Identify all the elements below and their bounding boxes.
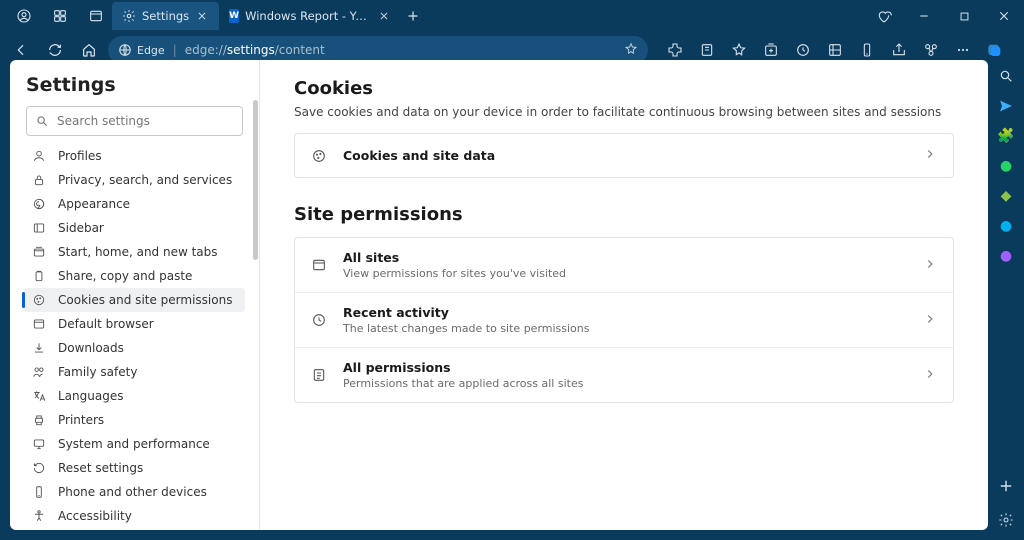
section-title-cookies: Cookies xyxy=(294,78,954,99)
row-title: All sites xyxy=(343,250,909,265)
sidebar-send-icon[interactable] xyxy=(996,96,1016,116)
row-sub: The latest changes made to site permissi… xyxy=(343,322,909,335)
row-recent-activity[interactable]: Recent activity The latest changes made t… xyxy=(295,292,953,347)
gear-icon xyxy=(122,9,136,23)
rewards-icon[interactable] xyxy=(864,0,904,32)
close-window-button[interactable] xyxy=(984,0,1024,32)
reset-icon xyxy=(32,461,48,475)
language-icon xyxy=(32,389,48,403)
sidebar-messenger-icon[interactable]: ● xyxy=(996,246,1016,266)
panel-icon xyxy=(32,221,48,235)
clock-icon xyxy=(311,312,329,328)
devices-icon xyxy=(32,485,48,499)
sidebar-app-icon[interactable]: 🧩 xyxy=(996,126,1016,146)
workspaces-icon[interactable] xyxy=(44,0,76,32)
maximize-button[interactable] xyxy=(944,0,984,32)
tab-label: Settings xyxy=(142,9,189,23)
section-title-permissions: Site permissions xyxy=(294,204,954,225)
window-titlebar: Settings W Windows Report - Your go-to s… xyxy=(0,0,1024,32)
close-icon[interactable] xyxy=(379,9,389,23)
chevron-right-icon xyxy=(923,311,937,330)
row-all-sites[interactable]: All sites View permissions for sites you'… xyxy=(295,238,953,292)
sidebar-item-share[interactable]: Share, copy and paste xyxy=(24,264,245,288)
sidebar-item-printers[interactable]: Printers xyxy=(24,408,245,432)
profile-avatar[interactable] xyxy=(8,0,40,32)
edge-label: Edge xyxy=(137,44,165,57)
sidebar-item-privacy[interactable]: Privacy, search, and services xyxy=(24,168,245,192)
sidebar-item-accessibility[interactable]: Accessibility xyxy=(24,504,245,528)
sidebar-item-phone[interactable]: Phone and other devices xyxy=(24,480,245,504)
printer-icon xyxy=(32,413,48,427)
site-favicon-icon: W xyxy=(229,9,239,23)
cookie-icon xyxy=(311,148,329,164)
sidebar-app2-icon[interactable]: ◆ xyxy=(996,186,1016,206)
profile-icon xyxy=(32,149,48,163)
sidebar-item-cookies[interactable]: Cookies and site permissions xyxy=(24,288,245,312)
tab-actions-icon[interactable] xyxy=(80,0,112,32)
sidebar-item-languages[interactable]: Languages xyxy=(24,384,245,408)
cookies-card: Cookies and site data xyxy=(294,133,954,178)
row-title: Recent activity xyxy=(343,305,909,320)
sidebar-search-icon[interactable] xyxy=(996,66,1016,86)
tab-label: Windows Report - Your go-to sou… xyxy=(245,9,373,23)
clipboard-icon xyxy=(32,269,48,283)
cookie-icon xyxy=(32,293,48,307)
monitor-icon xyxy=(32,437,48,451)
close-icon[interactable] xyxy=(195,9,209,23)
chevron-right-icon xyxy=(923,146,937,165)
accessibility-icon xyxy=(32,509,48,523)
sidebar-skype-icon[interactable]: ● xyxy=(996,216,1016,236)
scrollbar-thumb[interactable] xyxy=(253,100,258,260)
sidebar-item-about[interactable]: About Microsoft Edge xyxy=(24,528,245,530)
lock-icon xyxy=(32,173,48,187)
settings-sidebar: Settings Profiles Privacy, search, and s… xyxy=(10,60,260,530)
favorite-star-icon[interactable] xyxy=(624,42,638,59)
tab-settings[interactable]: Settings xyxy=(112,2,219,30)
section-desc-cookies: Save cookies and data on your device in … xyxy=(294,105,954,119)
chevron-right-icon xyxy=(923,256,937,275)
sidebar-item-downloads[interactable]: Downloads xyxy=(24,336,245,360)
sidebar-item-system[interactable]: System and performance xyxy=(24,432,245,456)
sidebar-item-family[interactable]: Family safety xyxy=(24,360,245,384)
chevron-right-icon xyxy=(923,366,937,385)
shield-list-icon xyxy=(311,367,329,383)
sidebar-settings-icon[interactable] xyxy=(996,510,1016,530)
sites-icon xyxy=(311,257,329,273)
sidebar-whatsapp-icon[interactable]: ● xyxy=(996,156,1016,176)
search-settings[interactable] xyxy=(26,106,243,136)
search-icon xyxy=(35,114,49,128)
site-identity[interactable]: Edge xyxy=(118,43,165,57)
row-sub: View permissions for sites you've visite… xyxy=(343,267,909,280)
permissions-card: All sites View permissions for sites you'… xyxy=(294,237,954,403)
search-input[interactable] xyxy=(57,114,234,128)
tab-windows-report[interactable]: W Windows Report - Your go-to sou… xyxy=(219,2,399,30)
settings-page: Settings Profiles Privacy, search, and s… xyxy=(10,60,988,530)
paint-icon xyxy=(32,197,48,211)
download-icon xyxy=(32,341,48,355)
row-title: All permissions xyxy=(343,360,909,375)
sidebar-item-start[interactable]: Start, home, and new tabs xyxy=(24,240,245,264)
new-tab-button[interactable] xyxy=(399,2,427,30)
minimize-button[interactable] xyxy=(904,0,944,32)
url-text: edge://settings/content xyxy=(185,43,325,57)
settings-content: Cookies Save cookies and data on your de… xyxy=(260,60,988,530)
family-icon xyxy=(32,365,48,379)
row-title: Cookies and site data xyxy=(343,148,909,163)
row-all-permissions[interactable]: All permissions Permissions that are appl… xyxy=(295,347,953,402)
row-sub: Permissions that are applied across all … xyxy=(343,377,909,390)
sidebar-item-profiles[interactable]: Profiles xyxy=(24,144,245,168)
row-cookies-site-data[interactable]: Cookies and site data xyxy=(295,134,953,177)
sidebar-item-default-browser[interactable]: Default browser xyxy=(24,312,245,336)
sidebar-item-appearance[interactable]: Appearance xyxy=(24,192,245,216)
sidebar-item-sidebar[interactable]: Sidebar xyxy=(24,216,245,240)
edge-sidebar-rail: 🧩 ● ◆ ● ● xyxy=(988,60,1024,540)
page-title: Settings xyxy=(26,74,243,96)
browser-icon xyxy=(32,317,48,331)
tabs-icon xyxy=(32,245,48,259)
sidebar-item-reset[interactable]: Reset settings xyxy=(24,456,245,480)
tab-strip: Settings W Windows Report - Your go-to s… xyxy=(112,0,427,32)
sidebar-add-icon[interactable] xyxy=(996,476,1016,496)
